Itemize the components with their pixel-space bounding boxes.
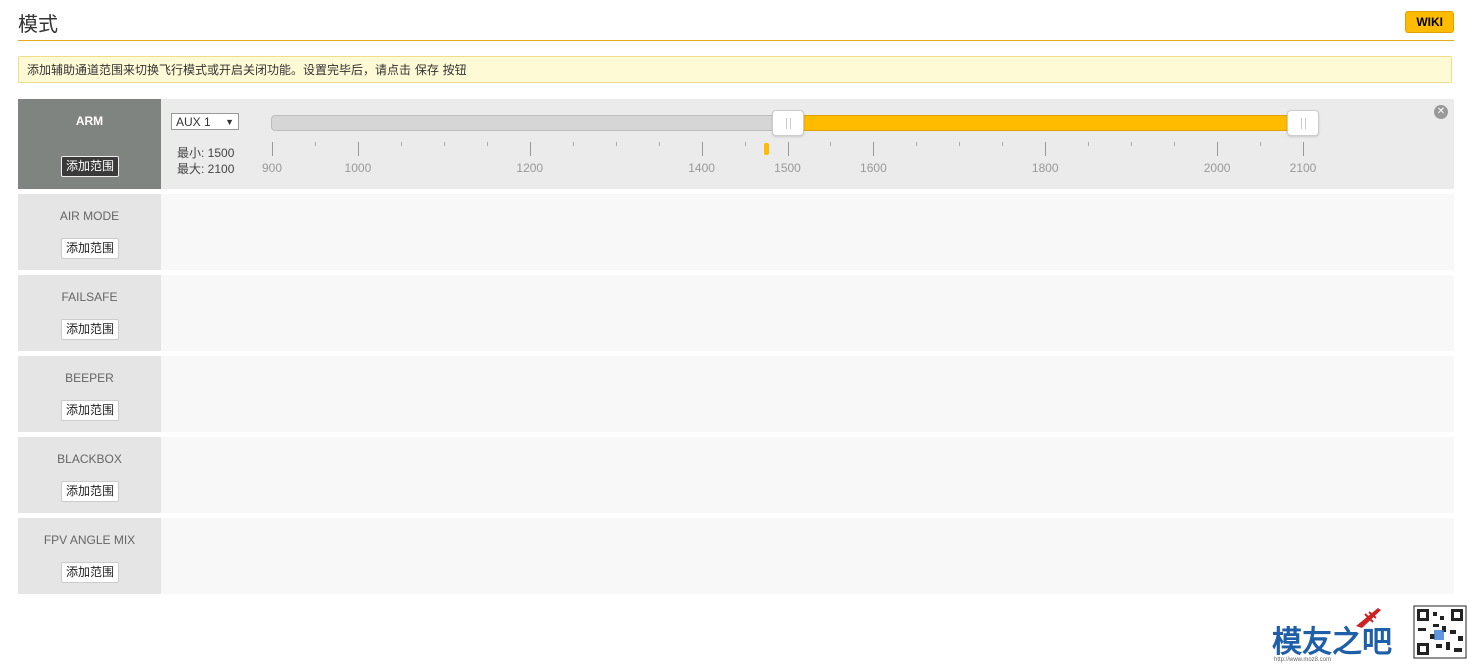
channel-select-value: AUX 1 — [176, 115, 211, 129]
add-range-button[interactable]: 添加范围 — [61, 400, 120, 421]
minor-tick — [959, 142, 961, 146]
major-tick — [873, 142, 875, 156]
tick-label: 1400 — [688, 161, 715, 175]
add-range-button[interactable]: 添加范围 — [61, 319, 120, 340]
mode-row-failsafe: FAILSAFE 添加范围 — [18, 275, 1454, 351]
tick-label: 1500 — [774, 161, 801, 175]
minor-tick — [1002, 142, 1004, 146]
add-range-button[interactable]: 添加范围 — [61, 156, 120, 177]
page-title: 模式 — [18, 12, 58, 36]
slider-max-handle[interactable] — [1287, 110, 1319, 136]
add-range-button[interactable]: 添加范围 — [61, 562, 120, 583]
minor-tick — [486, 142, 488, 146]
current-value-marker — [764, 143, 770, 155]
mode-name: BLACKBOX — [57, 452, 122, 466]
close-icon[interactable]: ✕ — [1434, 105, 1448, 119]
tick-label: 1000 — [344, 161, 372, 175]
major-tick — [1045, 142, 1047, 156]
channel-select[interactable]: AUX 1 ▼ — [171, 113, 239, 130]
minor-tick — [658, 142, 660, 146]
mode-label-panel: BEEPER 添加范围 — [18, 356, 161, 432]
major-tick — [1303, 142, 1304, 156]
watermark-logo: 模友之吧 http://www.moz8.com — [1270, 604, 1474, 666]
minor-tick — [1131, 142, 1133, 146]
tick-label: 1800 — [1031, 161, 1059, 175]
info-note: 添加辅助通道范围来切换飞行模式或开启关闭功能。设置完毕后，请点击 保存 按钮 — [18, 56, 1452, 83]
qr-code-icon — [1413, 605, 1467, 659]
slider-range-fill — [787, 115, 1303, 131]
page-header: 模式 WIKI — [18, 0, 1454, 41]
watermark-url: http://www.moz8.com — [1274, 657, 1331, 663]
mode-name: BEEPER — [65, 371, 114, 385]
major-tick — [701, 142, 703, 156]
major-tick — [1217, 142, 1219, 156]
mode-label-panel: AIR MODE 添加范围 — [18, 194, 161, 270]
range-max-label: 最大: 2100 — [177, 162, 235, 176]
mode-row-air-mode: AIR MODE 添加范围 — [18, 194, 1454, 270]
slider-min-handle[interactable] — [771, 110, 804, 136]
tick-label: 2000 — [1203, 161, 1231, 175]
mode-row-fpv-angle-mix: FPV ANGLE MIX 添加范围 — [18, 518, 1454, 594]
mode-name: FAILSAFE — [61, 290, 118, 304]
minor-tick — [1088, 142, 1090, 146]
mode-label-panel: BLACKBOX 添加范围 — [18, 437, 161, 513]
tick-label: 2100 — [1289, 161, 1317, 175]
tick-label: 900 — [261, 161, 283, 175]
watermark-brand: 模友之吧 — [1272, 625, 1392, 660]
range-min-label: 最小: 1500 — [177, 146, 235, 160]
mode-name: AIR MODE — [59, 209, 120, 223]
minor-tick — [314, 142, 316, 146]
major-tick — [357, 142, 359, 156]
major-tick — [272, 142, 273, 156]
minor-tick — [443, 142, 445, 146]
add-range-button[interactable]: 添加范围 — [61, 481, 120, 502]
major-tick — [529, 142, 531, 156]
mode-label-panel: ARM 添加范围 — [18, 99, 161, 189]
mode-name: FPV ANGLE MIX — [43, 533, 136, 547]
mode-row-blackbox: BLACKBOX 添加范围 — [18, 437, 1454, 513]
minor-tick — [615, 142, 617, 146]
add-range-button[interactable]: 添加范围 — [61, 238, 120, 259]
tick-label: 1600 — [860, 161, 887, 175]
mode-row-arm: ARM 添加范围 AUX 1 ▼ 最小: 1500 最大: 2100 900 10… — [18, 99, 1454, 189]
major-tick — [787, 142, 789, 156]
minor-tick — [1260, 142, 1262, 146]
minor-tick — [916, 142, 918, 146]
minor-tick — [744, 142, 746, 146]
mode-label-panel: FAILSAFE 添加范围 — [18, 275, 161, 351]
minor-tick — [830, 142, 832, 146]
minor-tick — [400, 142, 402, 146]
tick-label: 1200 — [516, 161, 544, 175]
mode-name: ARM — [75, 114, 104, 128]
mode-label-panel: FPV ANGLE MIX 添加范围 — [18, 518, 161, 594]
minor-tick — [1174, 142, 1176, 146]
mode-row-beeper: BEEPER 添加范围 — [18, 356, 1454, 432]
minor-tick — [572, 142, 574, 146]
chevron-down-icon: ▼ — [225, 117, 234, 127]
wiki-button[interactable]: WIKI — [1405, 11, 1454, 33]
